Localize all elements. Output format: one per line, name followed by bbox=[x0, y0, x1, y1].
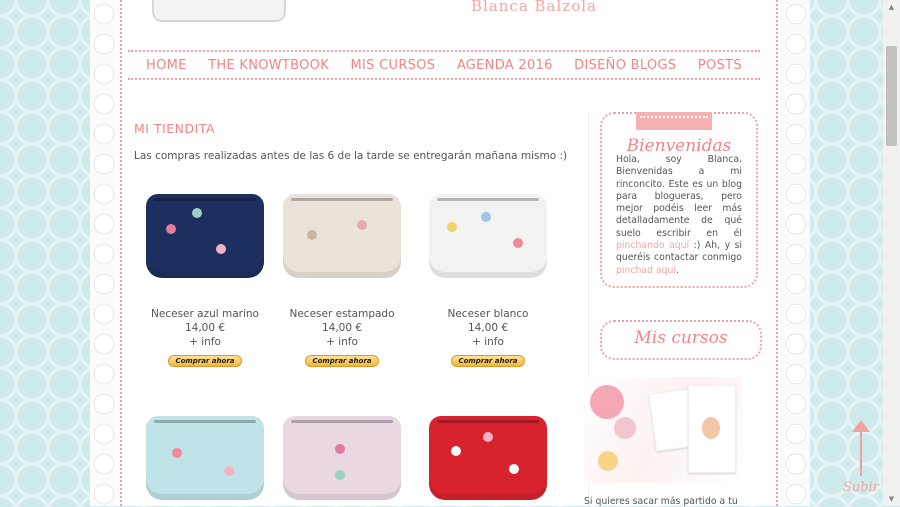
flower-decoration bbox=[598, 451, 618, 471]
product-name[interactable]: Neceser estampado bbox=[274, 308, 410, 320]
flower-pattern bbox=[483, 432, 493, 442]
buy-now-button[interactable]: Comprar ahora bbox=[451, 355, 525, 367]
contact-link[interactable]: pinchad aquí bbox=[616, 265, 676, 276]
scroll-up-icon[interactable]: ▲ bbox=[883, 0, 900, 14]
lace-border-right bbox=[782, 0, 810, 506]
nav-item-knowtbook[interactable]: THE KNOWTBOOK bbox=[208, 58, 329, 73]
welcome-title: Bienvenidas bbox=[626, 136, 732, 156]
product-card bbox=[137, 416, 273, 500]
nav-item-agenda[interactable]: AGENDA 2016 bbox=[457, 58, 553, 73]
product-info-link[interactable]: + info bbox=[137, 336, 273, 348]
product-image[interactable] bbox=[283, 416, 401, 500]
product-image[interactable] bbox=[429, 194, 547, 278]
product-card bbox=[274, 416, 410, 500]
ribbon-decoration bbox=[636, 112, 712, 130]
flower-pattern bbox=[224, 466, 234, 476]
product-image[interactable] bbox=[146, 416, 264, 500]
page-sheet: Blanca Balzola HOME THE KNOWTBOOK MIS CU… bbox=[116, 0, 782, 507]
product-name[interactable]: Neceser azul marino bbox=[137, 308, 273, 320]
flower-pattern bbox=[172, 448, 182, 458]
scroll-down-icon[interactable]: ▼ bbox=[883, 492, 900, 506]
product-card: Neceser blanco 14,00 € + info Comprar ah… bbox=[420, 194, 556, 367]
flower-pattern bbox=[509, 464, 519, 474]
welcome-text: Hola, soy Blanca. Bienvenidas a mi rinco… bbox=[616, 154, 742, 277]
product-info-link[interactable]: + info bbox=[274, 336, 410, 348]
lace-border-left bbox=[90, 0, 118, 506]
courses-title: Mis cursos bbox=[634, 328, 728, 348]
flower-decoration bbox=[590, 385, 624, 419]
about-link[interactable]: pinchando aquí bbox=[616, 240, 689, 251]
delivery-notice: Las compras realizadas antes de las 6 de… bbox=[134, 150, 568, 162]
back-to-top-button[interactable]: Subir bbox=[836, 420, 886, 504]
flower-pattern bbox=[216, 244, 226, 254]
pattern-detail bbox=[357, 220, 367, 230]
flower-pattern bbox=[513, 238, 523, 248]
sidebar: Bienvenidas Hola, soy Blanca. Bienvenida… bbox=[584, 112, 764, 507]
nav-item-posts[interactable]: POSTS bbox=[698, 58, 742, 73]
product-name[interactable]: Neceser blanco bbox=[420, 308, 556, 320]
welcome-text-part: . bbox=[676, 264, 679, 276]
product-image[interactable] bbox=[283, 194, 401, 278]
courses-description: Si quieres sacar más partido a tu bbox=[584, 496, 738, 507]
back-to-top-label: Subir bbox=[843, 480, 879, 495]
nav-item-home[interactable]: HOME bbox=[146, 58, 187, 73]
product-price: 14,00 € bbox=[184, 322, 226, 334]
page-title: MI TIENDITA bbox=[134, 121, 216, 136]
nav-item-diseno-blogs[interactable]: DISEÑO BLOGS bbox=[574, 58, 676, 73]
pattern-detail bbox=[307, 230, 317, 240]
flower-pattern bbox=[335, 444, 345, 454]
nav-item-mis-cursos[interactable]: MIS CURSOS bbox=[351, 58, 436, 73]
avatar-illustration bbox=[702, 417, 720, 439]
buy-now-button[interactable]: Comprar ahora bbox=[168, 355, 242, 367]
site-name[interactable]: Blanca Balzola bbox=[471, 0, 597, 15]
vertical-scrollbar[interactable]: ▲ ▼ bbox=[883, 0, 900, 506]
flower-pattern bbox=[166, 224, 176, 234]
flower-pattern bbox=[447, 222, 457, 232]
flower-pattern bbox=[192, 208, 202, 218]
product-card bbox=[420, 416, 556, 500]
welcome-text-part: Hola, soy Blanca. Bienvenidas a mi rinco… bbox=[616, 154, 742, 239]
product-info-link[interactable]: + info bbox=[420, 336, 556, 348]
logo-graphic bbox=[152, 0, 286, 22]
flower-pattern bbox=[335, 470, 345, 480]
flower-decoration bbox=[614, 417, 636, 439]
arrow-shaft bbox=[860, 428, 862, 476]
flower-pattern bbox=[451, 446, 461, 456]
flower-pattern bbox=[481, 212, 491, 222]
product-price: 14,00 € bbox=[321, 322, 363, 334]
scrollbar-thumb[interactable] bbox=[886, 46, 897, 146]
product-image[interactable] bbox=[429, 416, 547, 500]
courses-widget-header: Mis cursos bbox=[600, 320, 762, 360]
courses-promo-image[interactable] bbox=[584, 377, 742, 483]
product-card: Neceser azul marino 14,00 € + info Compr… bbox=[137, 194, 273, 367]
product-price: 14,00 € bbox=[467, 322, 509, 334]
buy-now-button[interactable]: Comprar ahora bbox=[305, 355, 379, 367]
main-nav: HOME THE KNOWTBOOK MIS CURSOS AGENDA 201… bbox=[128, 50, 760, 80]
product-card: Neceser estampado 14,00 € + info Comprar… bbox=[274, 194, 410, 367]
product-image[interactable] bbox=[146, 194, 264, 278]
welcome-widget: Bienvenidas Hola, soy Blanca. Bienvenida… bbox=[600, 112, 758, 288]
